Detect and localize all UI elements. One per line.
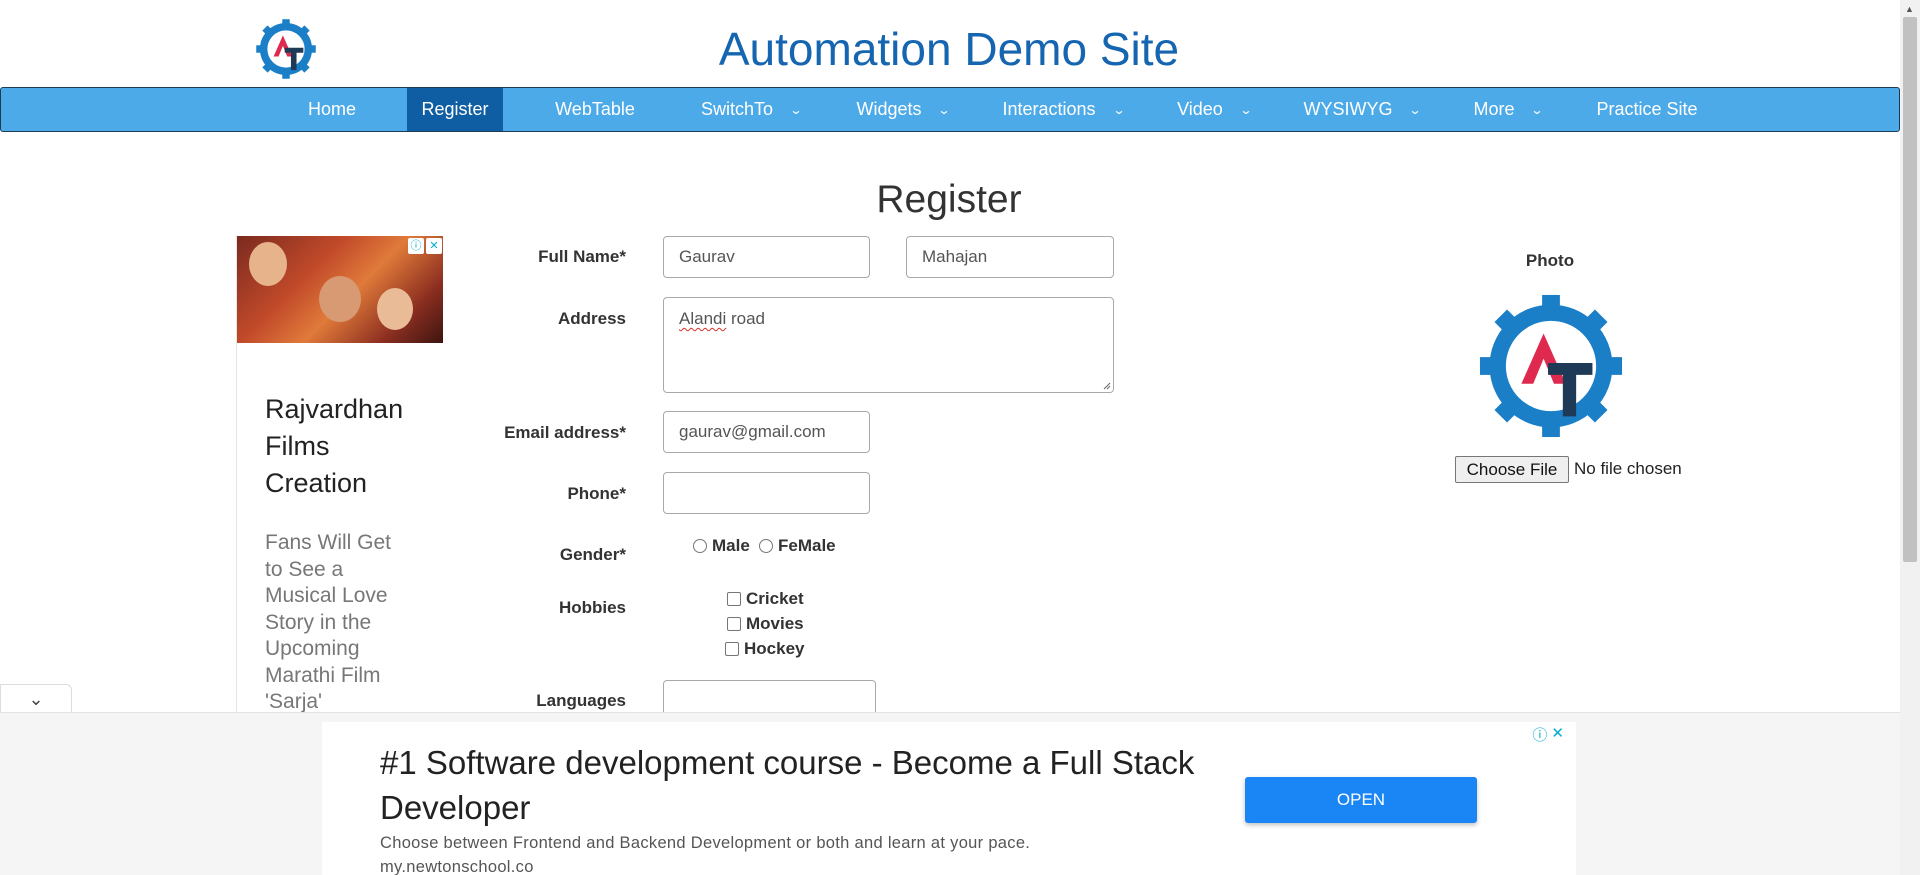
nav-item-register[interactable]: Register [407, 88, 503, 131]
phone-input[interactable] [663, 472, 870, 514]
nav-item-label: Practice Site [1596, 99, 1698, 119]
checkbox[interactable] [727, 617, 741, 631]
gender-radio-female[interactable]: FeMale [759, 536, 836, 556]
last-name-input[interactable]: Mahajan [906, 236, 1114, 278]
chevron-down-icon: ⌄ [789, 103, 803, 117]
site-title: Automation Demo Site [718, 23, 1180, 75]
nav-item-label: Interactions [1002, 99, 1096, 119]
ad-collapse-button[interactable]: ⌄ [0, 684, 72, 714]
chevron-down-icon: ⌄ [1408, 103, 1423, 117]
first-name-input[interactable]: Gaurav [663, 236, 870, 278]
address-text-misspelled: Alandi [679, 309, 727, 328]
full-name-label: Full Name* [538, 247, 626, 266]
address-text: road [726, 309, 766, 328]
gender-radio-male[interactable]: Male [693, 536, 750, 556]
resize-handle-icon[interactable] [1101, 380, 1111, 390]
chevron-down-icon: ⌄ [1239, 103, 1253, 117]
radio-button[interactable] [693, 539, 707, 553]
nav-item-widgets[interactable]: Widgets ⌄ [847, 88, 959, 131]
checkbox[interactable] [725, 642, 739, 656]
nav-item-label: WYSIWYG [1303, 99, 1393, 119]
nav-item-webtable[interactable]: WebTable [541, 88, 649, 131]
radio-button[interactable] [759, 539, 773, 553]
languages-label: Languages [536, 691, 626, 710]
hobby-checkbox-cricket[interactable]: Cricket [727, 589, 804, 609]
bottom-ad-open-button[interactable]: OPEN [1245, 777, 1477, 823]
hobby-checkbox-movies[interactable]: Movies [727, 614, 804, 634]
nav-item-label: Register [421, 99, 489, 119]
bottom-ad[interactable]: #1 Software development course - Become … [322, 722, 1576, 875]
email-input[interactable]: gaurav@gmail.com [663, 411, 870, 453]
bottom-ad-headline[interactable]: #1 Software development course - Become … [380, 740, 1200, 830]
nav-item-interactions[interactable]: Interactions ⌄ [993, 88, 1133, 131]
nav-item-more[interactable]: More ⌄ [1465, 88, 1551, 131]
nav-item-label: SwitchTo [700, 99, 773, 119]
nav-item-video[interactable]: Video ⌄ [1169, 88, 1259, 131]
chevron-down-icon: ⌄ [1111, 103, 1126, 117]
left-ad[interactable]: ⓘ ✕ Rajvardhan Films Creation Fans Will … [236, 236, 443, 716]
nav-item-home[interactable]: Home [289, 88, 375, 131]
gender-option-label: FeMale [778, 536, 836, 555]
nav-item-label: Video [1177, 99, 1223, 119]
photo-preview-logo-icon [1479, 294, 1623, 438]
ad-image-figure [319, 276, 361, 322]
main-nav: Home Register WebTable SwitchTo ⌄ Widgets… [0, 87, 1900, 132]
nav-item-label: Widgets [856, 99, 922, 119]
nav-item-practice-site[interactable]: Practice Site [1589, 88, 1705, 131]
file-status-text: No file chosen [1574, 459, 1682, 478]
chevron-down-icon: ⌄ [937, 103, 952, 117]
nav-item-label: Home [307, 99, 356, 119]
address-label: Address [557, 309, 626, 328]
hobby-checkbox-hockey[interactable]: Hockey [725, 639, 804, 659]
ad-close-icon[interactable]: ✕ [1551, 724, 1564, 745]
choose-file-button[interactable]: Choose File [1455, 456, 1569, 483]
ad-image[interactable]: ⓘ ✕ [237, 236, 443, 343]
ad-info-icon[interactable]: ⓘ [1532, 724, 1547, 745]
bottom-ad-description: Choose between Frontend and Backend Deve… [380, 834, 1031, 852]
ad-info-icon[interactable]: ⓘ [408, 238, 424, 254]
page-heading: Register [876, 178, 1022, 221]
ad-description[interactable]: Fans Will Get to See a Musical Love Stor… [265, 530, 405, 716]
gender-option-label: Male [712, 536, 750, 555]
checkbox[interactable] [727, 592, 741, 606]
address-textarea[interactable]: Alandi road [663, 297, 1114, 393]
bottom-ad-container: #1 Software development course - Become … [0, 712, 1900, 875]
hobby-label: Cricket [746, 589, 804, 608]
hobby-label: Movies [746, 614, 804, 633]
chevron-down-icon: ⌄ [28, 689, 44, 709]
page-scrollbar[interactable]: ▲ [1900, 0, 1920, 875]
ad-title[interactable]: Rajvardhan Films Creation [265, 391, 435, 502]
bottom-ad-badges: ⓘ ✕ [1532, 724, 1564, 745]
nav-item-label: WebTable [555, 99, 635, 119]
phone-label: Phone* [567, 484, 626, 503]
hobby-label: Hockey [744, 639, 805, 658]
hobbies-label: Hobbies [558, 598, 626, 617]
ad-image-figure [377, 288, 413, 330]
ad-image-figure [249, 242, 287, 286]
nav-item-label: More [1473, 99, 1515, 119]
chevron-down-icon: ⌄ [1530, 103, 1545, 117]
nav-item-wysiwyg[interactable]: WYSIWYG ⌄ [1297, 88, 1427, 131]
bottom-ad-url[interactable]: my.newtonschool.co [380, 858, 534, 875]
gender-label: Gender* [559, 545, 626, 564]
photo-label: Photo [1525, 251, 1575, 270]
page-root: Automation Demo Site Home Register WebTa… [0, 0, 1920, 875]
nav-item-switchto[interactable]: SwitchTo ⌄ [691, 88, 811, 131]
scroll-up-arrow-icon[interactable]: ▲ [1905, 4, 1914, 14]
scrollbar-thumb[interactable] [1903, 17, 1917, 562]
email-label: Email address* [504, 423, 626, 442]
